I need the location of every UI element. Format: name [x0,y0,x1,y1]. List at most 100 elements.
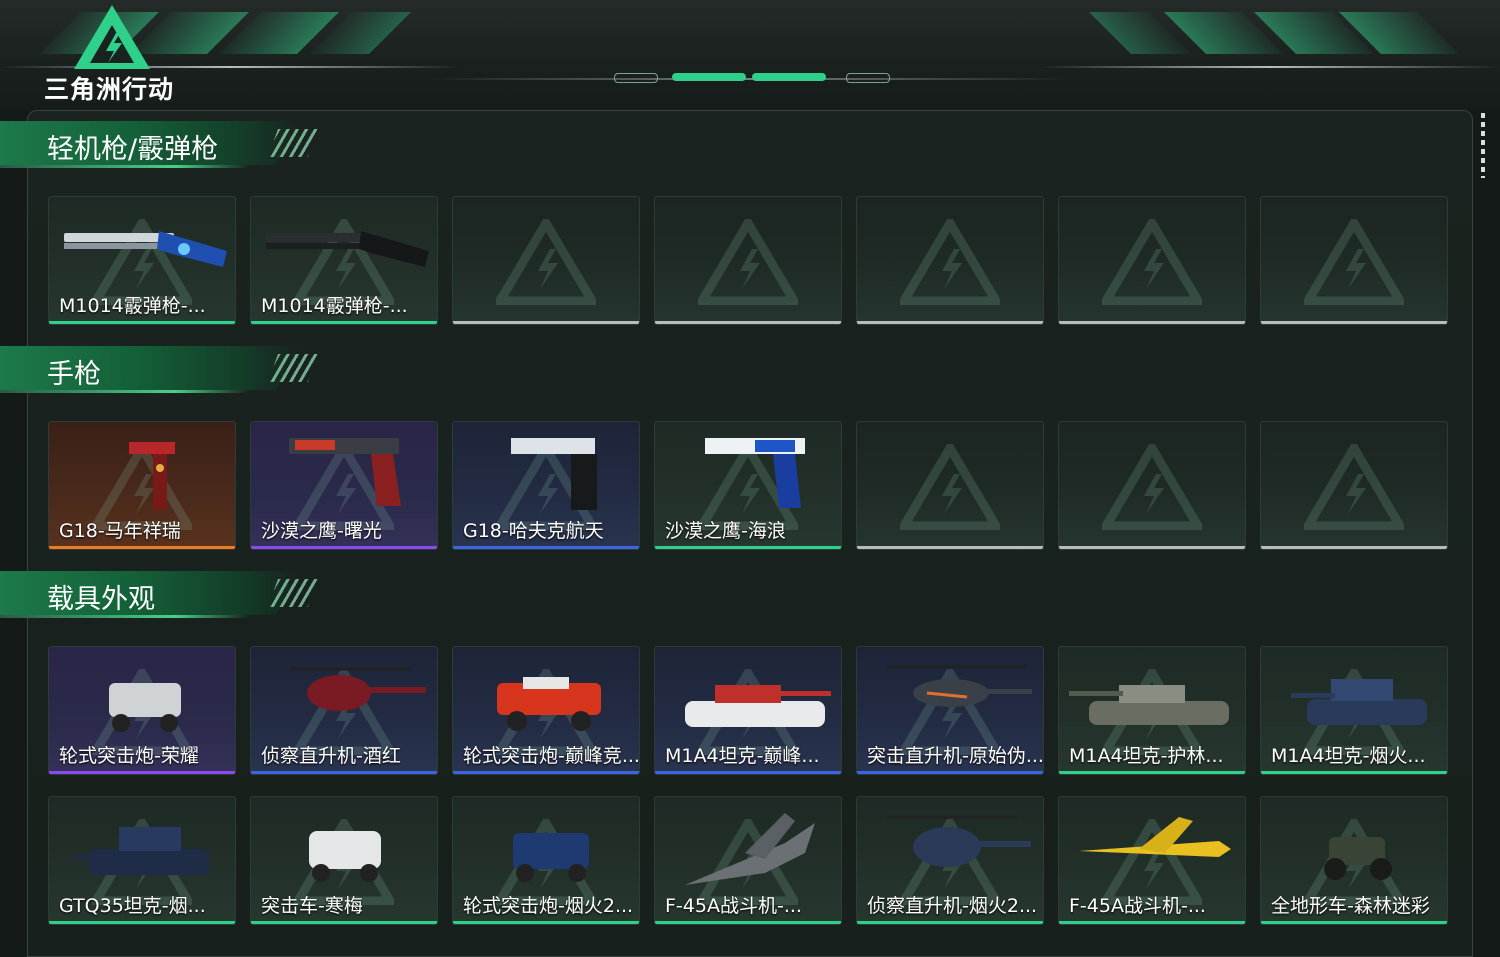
item-card[interactable]: 轮式突击炮-荣耀 [48,646,236,775]
rarity-bar [1059,771,1245,774]
header-rule-right [1040,66,1500,68]
rarity-bar [453,921,639,924]
armored-car-white-icon [109,683,181,732]
item-card[interactable]: F-45A战斗机-... [1058,796,1246,925]
rarity-bar [655,771,841,774]
shotgun-black-icon [266,231,429,267]
logo-watermark-icon [698,219,798,305]
item-card[interactable]: 突击直升机-原始伪... [856,646,1044,775]
rarity-bar [453,321,639,324]
rarity-bar [857,546,1043,549]
item-card[interactable]: 沙漠之鹰-海浪 [654,421,842,550]
rarity-bar [251,771,437,774]
delta-force-logo-icon [74,5,150,69]
armored-car-red-icon [497,677,601,731]
logo-watermark-icon [900,444,1000,530]
rarity-bar [1261,321,1447,324]
empty-slot[interactable] [856,196,1044,325]
section-title: 轻机枪/霰弹枪 [47,134,219,165]
rarity-bar [857,921,1043,924]
section-title: 载具外观 [47,584,155,615]
section-title: 手枪 [47,359,101,390]
item-card[interactable]: G18-哈夫克航天 [452,421,640,550]
rarity-bar [655,921,841,924]
empty-slot[interactable] [1058,196,1246,325]
empty-slot[interactable] [654,196,842,325]
jet-yellow-icon [1079,817,1231,857]
empty-slot[interactable] [1260,196,1448,325]
empty-slot[interactable] [1058,421,1246,550]
item-label: F-45A战斗机-... [1069,895,1206,917]
armored-car-blue-icon [513,833,589,882]
header-rule-center [430,78,1070,80]
item-label: 轮式突击炮-烟火2... [463,895,634,917]
item-card[interactable]: F-45A战斗机-... [654,796,842,925]
empty-slot[interactable] [1260,421,1448,550]
rarity-bar [251,546,437,549]
item-label: 轮式突击炮-巅峰竞... [463,745,639,767]
item-card[interactable]: 全地形车-森林迷彩 [1260,796,1448,925]
item-card[interactable]: G18-马年祥瑞 [48,421,236,550]
item-card[interactable]: 沙漠之鹰-曙光 [250,421,438,550]
logo-watermark-icon [1102,219,1202,305]
pistol-red-icon [129,442,175,510]
item-card[interactable]: M1014霰弹枪-... [48,196,236,325]
item-card[interactable]: M1014霰弹枪-... [250,196,438,325]
item-card[interactable]: GTQ35坦克-烟... [48,796,236,925]
deagle-blue-icon [705,438,805,508]
item-label: M1A4坦克-巅峰... [665,745,820,767]
item-label: 突击车-寒梅 [261,895,363,917]
rarity-bar [1059,546,1245,549]
item-card[interactable]: M1A4坦克-巅峰... [654,646,842,775]
tank-blue-icon [1291,679,1427,725]
rarity-bar [1059,321,1245,324]
item-label: G18-马年祥瑞 [59,520,181,542]
rarity-bar [857,771,1043,774]
helicopter-red-icon [291,667,426,711]
item-label: M1014霰弹枪-... [261,295,408,317]
rarity-bar [251,321,437,324]
logo-watermark-icon [1304,219,1404,305]
item-card[interactable]: 侦察直升机-烟火2... [856,796,1044,925]
section-header-pistol: 手枪 [0,346,330,398]
attack-helicopter-icon [887,665,1032,707]
rarity-bar [49,546,235,549]
rarity-bar [453,771,639,774]
header-indicator [614,73,658,83]
header-indicator-active [752,73,826,81]
shotgun-blue-icon [64,231,227,267]
jet-gray-icon [685,813,815,885]
empty-slot[interactable] [452,196,640,325]
item-card[interactable]: M1A4坦克-护林... [1058,646,1246,775]
item-label: 突击直升机-原始伪... [867,745,1043,767]
item-card[interactable]: 侦察直升机-酒红 [250,646,438,775]
item-label: M1A4坦克-护林... [1069,745,1224,767]
deagle-dark-icon [289,438,401,506]
item-card[interactable]: M1A4坦克-烟火... [1260,646,1448,775]
assault-vehicle-white-icon [309,831,381,882]
rarity-bar [857,321,1043,324]
rarity-bar [1261,771,1447,774]
item-card[interactable]: 轮式突击炮-巅峰竞... [452,646,640,775]
rarity-bar [1261,546,1447,549]
tank-blue-2-icon [75,827,209,875]
item-label: GTQ35坦克-烟... [59,895,206,917]
item-label: M1014霰弹枪-... [59,295,206,317]
top-header: 三角洲行动 [0,0,1500,110]
helicopter-blue-icon [887,815,1031,867]
item-label: 全地形车-森林迷彩 [1271,895,1430,917]
scrollbar[interactable] [1481,113,1485,178]
rarity-bar [655,546,841,549]
item-card[interactable]: 突击车-寒梅 [250,796,438,925]
empty-slot[interactable] [856,421,1044,550]
item-label: 沙漠之鹰-海浪 [665,520,786,542]
game-logo-text: 三角洲行动 [44,75,175,104]
logo-watermark-icon [1102,444,1202,530]
item-label: 侦察直升机-烟火2... [867,895,1038,917]
header-rule-left [0,66,460,68]
rarity-bar [655,321,841,324]
item-label: 沙漠之鹰-曙光 [261,520,382,542]
item-label: G18-哈夫克航天 [463,520,604,542]
item-card[interactable]: 轮式突击炮-烟火2... [452,796,640,925]
tank-red-icon [685,685,831,727]
